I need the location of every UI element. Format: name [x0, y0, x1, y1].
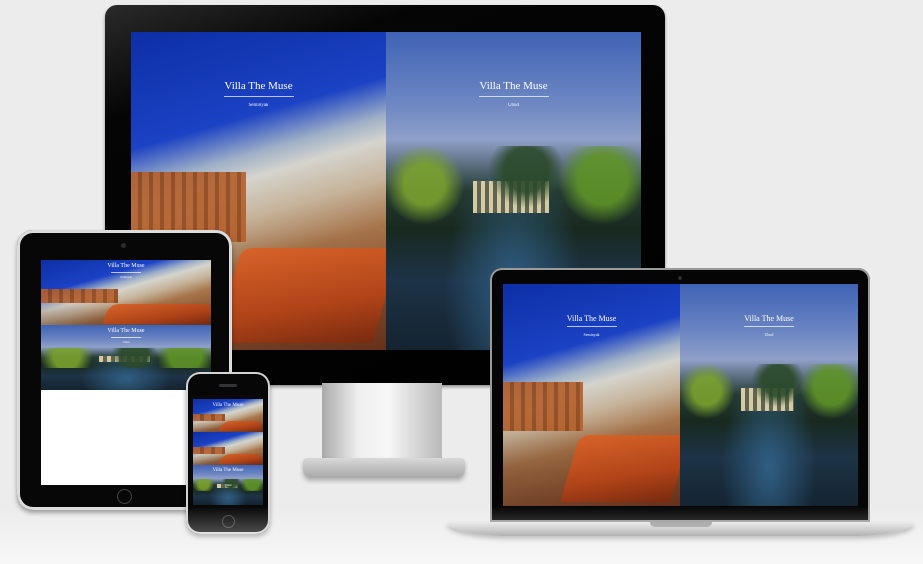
- brand-divider: [111, 272, 141, 273]
- brand-divider: [744, 326, 794, 327]
- brand-tagline: Seminyak: [583, 332, 600, 337]
- brand-title[interactable]: Villa The Muse: [131, 80, 386, 92]
- brand-tagline: Seminyak: [248, 103, 269, 108]
- laptop-right-panel[interactable]: Villa The Muse Ubud: [680, 284, 858, 506]
- phone-bottom-panel[interactable]: Villa The Muse Ubud: [193, 465, 263, 505]
- laptop-left-panel[interactable]: Villa The Muse Seminyak: [503, 284, 680, 506]
- brand-divider: [566, 326, 617, 327]
- tablet-bottom-panel[interactable]: Villa The Muse Ubud: [41, 325, 211, 390]
- brand-title[interactable]: Villa The Muse: [41, 263, 211, 269]
- monitor-stand: [322, 383, 442, 463]
- brand-title[interactable]: Villa The Muse: [503, 314, 680, 323]
- speaker-icon: [219, 384, 237, 387]
- brand-tagline: Ubud: [507, 103, 520, 108]
- brand-tagline: Ubud: [122, 340, 130, 344]
- phone-middle-panel[interactable]: [193, 432, 263, 465]
- home-button-icon: [117, 489, 132, 504]
- villa-photo: [193, 432, 263, 465]
- tablet-top-panel[interactable]: Villa The Muse Seminyak: [41, 260, 211, 325]
- brand-tagline: Ubud: [224, 483, 232, 487]
- camera-icon: [678, 276, 682, 280]
- floor-reflection: [0, 506, 923, 564]
- monitor-stand-base: [303, 458, 465, 478]
- brand-tagline: Seminyak: [120, 275, 132, 279]
- brand-divider: [223, 96, 294, 97]
- brand-tagline: Ubud: [764, 332, 774, 337]
- brand-divider: [478, 96, 549, 97]
- phone-top-panel[interactable]: Villa The Muse: [193, 399, 263, 432]
- brand-divider: [111, 337, 141, 338]
- brand-title[interactable]: Villa The Muse: [680, 314, 858, 323]
- brand-title[interactable]: Villa The Muse: [193, 403, 263, 408]
- garden-pool-photo: [41, 325, 211, 390]
- brand-title[interactable]: Villa The Muse: [386, 80, 641, 92]
- brand-title[interactable]: Villa The Muse: [41, 328, 211, 334]
- villa-photo: [41, 260, 211, 325]
- brand-title[interactable]: Villa The Muse: [193, 468, 263, 473]
- camera-icon: [121, 243, 126, 248]
